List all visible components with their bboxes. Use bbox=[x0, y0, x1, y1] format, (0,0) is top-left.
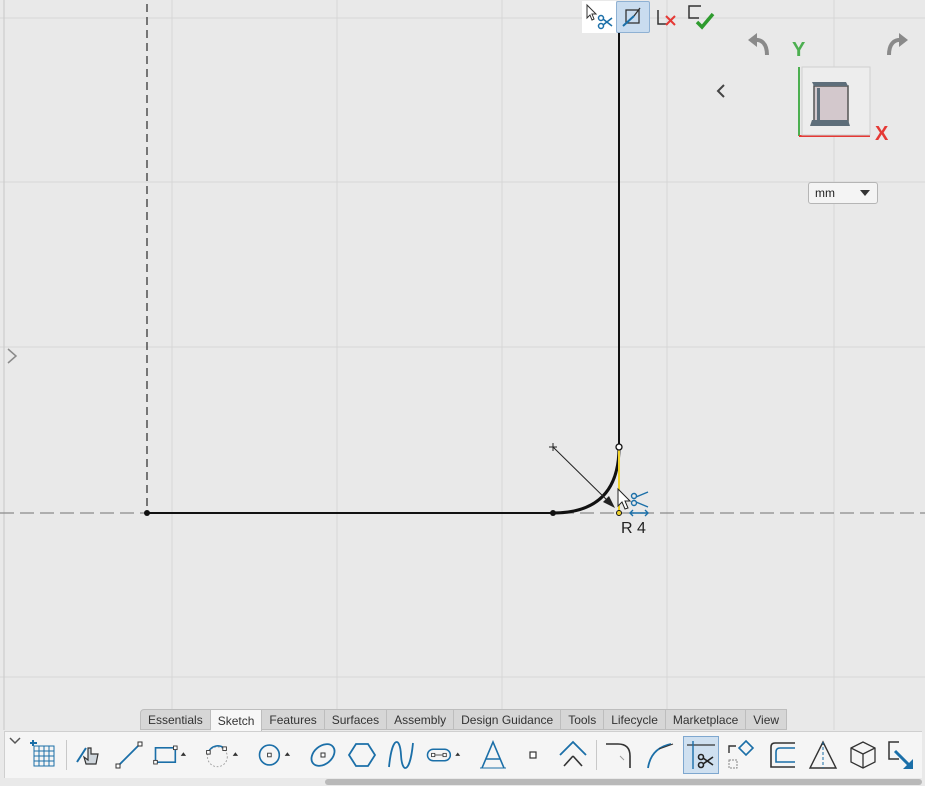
sketch-grid-icon bbox=[30, 740, 55, 767]
polygon-button[interactable] bbox=[344, 736, 380, 774]
ellipse-button[interactable] bbox=[305, 736, 341, 774]
spline-icon bbox=[388, 741, 414, 769]
tab-essentials[interactable]: Essentials bbox=[140, 709, 211, 730]
finish-sketch-button[interactable] bbox=[684, 1, 718, 33]
fillet-start-point[interactable] bbox=[550, 510, 556, 516]
grid bbox=[0, 0, 925, 730]
sketch-top-toolbar bbox=[582, 0, 718, 34]
offset-button[interactable] bbox=[765, 736, 801, 774]
arc-icon bbox=[206, 745, 239, 768]
point-button[interactable] bbox=[515, 736, 551, 774]
tab-tools[interactable]: Tools bbox=[561, 709, 605, 730]
rectangle-icon bbox=[153, 745, 187, 765]
slot-button[interactable] bbox=[425, 736, 461, 774]
units-select[interactable]: mm bbox=[808, 182, 878, 204]
trim-scissors-icon bbox=[629, 491, 649, 517]
tab-sketch[interactable]: Sketch bbox=[210, 709, 263, 732]
tab-design-guidance[interactable]: Design Guidance bbox=[454, 709, 562, 730]
arc-button[interactable] bbox=[203, 736, 239, 774]
radius-dimension-label[interactable]: R 4 bbox=[621, 520, 646, 538]
rotate-left-button[interactable] bbox=[744, 30, 774, 60]
sketch-canvas[interactable] bbox=[0, 0, 925, 786]
project-button[interactable] bbox=[845, 736, 881, 774]
circle-icon bbox=[258, 744, 291, 766]
expand-panel-handle-icon[interactable] bbox=[6, 348, 20, 364]
select-trim-icon bbox=[586, 3, 613, 30]
circle-button[interactable] bbox=[255, 736, 291, 774]
x-axis-label: X bbox=[875, 123, 889, 145]
smart-pick-button[interactable] bbox=[71, 736, 107, 774]
project-icon bbox=[850, 741, 876, 769]
trim-icon bbox=[687, 741, 715, 769]
tangent-arc-icon bbox=[647, 743, 674, 769]
toolbar-divider bbox=[596, 740, 597, 770]
select-trim-button[interactable] bbox=[582, 1, 616, 33]
corner-point[interactable] bbox=[616, 510, 622, 516]
tab-surfaces[interactable]: Surfaces bbox=[324, 709, 388, 730]
cancel-sketch-icon bbox=[657, 10, 676, 26]
text-button[interactable] bbox=[475, 736, 511, 774]
polygon-icon bbox=[347, 743, 377, 767]
finish-sketch-icon bbox=[688, 5, 715, 30]
units-value: mm bbox=[815, 186, 835, 200]
mirror-line-button[interactable] bbox=[555, 736, 591, 774]
tab-view[interactable]: View bbox=[746, 709, 788, 730]
ribbon-tabs: Essentials Sketch Features Surfaces Asse… bbox=[140, 709, 788, 732]
toolbar-divider bbox=[66, 740, 67, 770]
radius-leader bbox=[552, 446, 613, 506]
rotate-left-icon bbox=[748, 33, 769, 56]
exit-button[interactable] bbox=[883, 736, 919, 774]
tangent-arc-button[interactable] bbox=[642, 736, 678, 774]
smart-pick-icon bbox=[76, 747, 99, 765]
fillet-end-point[interactable] bbox=[615, 443, 623, 451]
mirror-line-icon bbox=[559, 740, 587, 767]
spline-button[interactable] bbox=[383, 736, 419, 774]
line-icon bbox=[115, 741, 143, 769]
sketch-plane-view-icon bbox=[622, 7, 641, 27]
sketch-plane-view-button[interactable] bbox=[616, 1, 650, 33]
exit-icon bbox=[888, 741, 913, 769]
dimension-icon bbox=[808, 740, 838, 769]
sketch-grid-button[interactable] bbox=[25, 736, 61, 774]
slot-icon bbox=[426, 748, 461, 762]
trim-button[interactable] bbox=[683, 736, 719, 774]
chevron-down-icon[interactable] bbox=[8, 734, 22, 748]
fillet-button[interactable] bbox=[601, 736, 637, 774]
fillet-icon bbox=[606, 743, 631, 768]
text-icon bbox=[480, 740, 506, 769]
tab-marketplace[interactable]: Marketplace bbox=[665, 709, 747, 730]
cancel-sketch-button[interactable] bbox=[650, 1, 684, 33]
line-button[interactable] bbox=[111, 736, 147, 774]
tab-assembly[interactable]: Assembly bbox=[387, 709, 455, 730]
chevron-down-icon bbox=[860, 190, 870, 196]
offset-icon bbox=[770, 742, 795, 768]
constraint-button[interactable] bbox=[722, 736, 758, 774]
rectangle-button[interactable] bbox=[151, 736, 187, 774]
constraint-icon bbox=[728, 739, 755, 769]
tab-lifecycle[interactable]: Lifecycle bbox=[604, 709, 666, 730]
collapse-view-panel-button[interactable] bbox=[706, 76, 736, 106]
sketch-toolbar bbox=[4, 731, 922, 778]
origin-point[interactable] bbox=[144, 510, 150, 516]
tab-features[interactable]: Features bbox=[262, 709, 325, 730]
y-axis-label: Y bbox=[792, 39, 806, 61]
dimension-button[interactable] bbox=[805, 736, 841, 774]
ellipse-icon bbox=[310, 743, 336, 767]
toolbar-scrollbar[interactable] bbox=[325, 779, 922, 785]
chevron-left-icon bbox=[716, 84, 725, 98]
point-icon bbox=[529, 751, 537, 759]
